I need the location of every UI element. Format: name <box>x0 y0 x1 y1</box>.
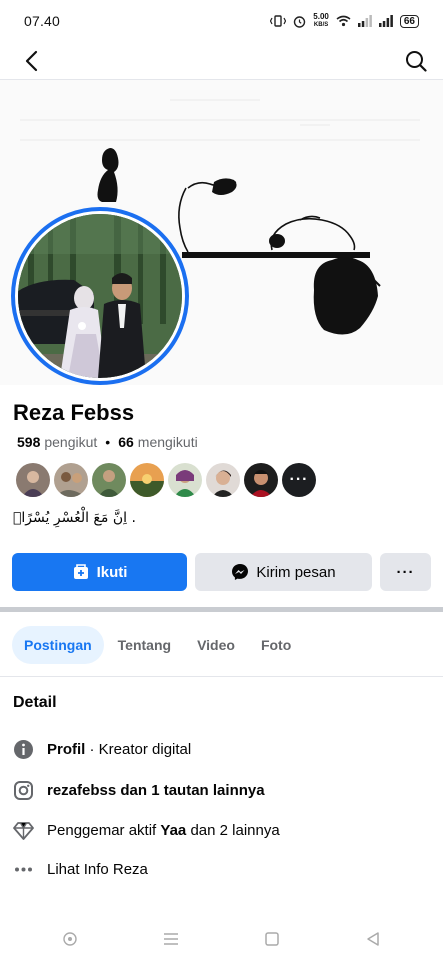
friend-avatar[interactable] <box>54 463 88 497</box>
detail-links-row[interactable]: rezafebss dan 1 tautan lainnya <box>13 779 265 801</box>
detail-links-text[interactable]: rezafebss dan 1 tautan lainnya <box>47 782 265 799</box>
assistant-icon <box>63 932 78 946</box>
home-button[interactable] <box>254 924 290 954</box>
diamond-icon <box>13 820 34 841</box>
signal-icon-2 <box>378 15 393 27</box>
section-divider <box>0 607 443 612</box>
profile-tabs: Postingan Tentang Video Foto <box>12 626 303 664</box>
follow-label: Ikuti <box>96 563 128 581</box>
follow-button[interactable]: Ikuti <box>12 553 187 591</box>
battery-indicator: 66 <box>399 14 419 28</box>
tab-foto[interactable]: Foto <box>249 626 303 664</box>
add-friend-icon <box>73 564 88 579</box>
tabs-border <box>0 676 443 677</box>
wifi-icon <box>336 15 351 27</box>
system-back-button[interactable] <box>355 924 391 954</box>
more-dots-icon <box>13 859 34 880</box>
friend-avatar[interactable] <box>244 463 278 497</box>
messenger-icon <box>232 564 249 580</box>
avatar-photo <box>18 214 182 378</box>
profile-actions: Ikuti Kirim pesan ··· <box>12 553 431 591</box>
friend-avatar[interactable] <box>130 463 164 497</box>
friend-avatar[interactable] <box>168 463 202 497</box>
stats-separator: • <box>105 434 111 450</box>
profile-bio: اِنَّ مَعَ الْعُسْرِ يُسْرًاۗ . <box>13 510 136 526</box>
search-button[interactable] <box>401 46 431 76</box>
profile-name: Reza Febss <box>13 400 135 425</box>
more-dots-icon: ··· <box>396 563 415 581</box>
avatar-photo-illustration <box>18 214 182 378</box>
friend-avatar[interactable] <box>206 463 240 497</box>
message-label: Kirim pesan <box>256 563 336 581</box>
info-icon <box>13 739 34 760</box>
see-info-row[interactable]: Lihat Info Reza <box>13 858 148 880</box>
back-button[interactable] <box>16 46 46 76</box>
status-icons: 5.00 KB/S 66 <box>270 13 419 29</box>
detail-profile-text: Profil · Kreator digital <box>47 740 192 758</box>
friend-avatar[interactable] <box>92 463 126 497</box>
more-actions-button[interactable]: ··· <box>380 553 431 591</box>
alarm-icon <box>294 15 306 28</box>
message-button[interactable]: Kirim pesan <box>195 553 372 591</box>
status-time: 07.40 <box>24 13 61 29</box>
signal-icon-1 <box>357 15 372 27</box>
menu-icon <box>164 933 179 945</box>
detail-title: Detail <box>13 694 57 711</box>
instagram-icon <box>13 780 34 801</box>
detail-fan-row: Penggemar aktif Yaa dan 2 lainnya <box>13 819 280 841</box>
friend-avatar[interactable] <box>16 463 50 497</box>
assistant-button[interactable] <box>52 924 88 954</box>
followers-count[interactable]: 598 <box>17 434 40 450</box>
following-label[interactable]: mengikuti <box>138 434 198 450</box>
home-icon <box>265 932 279 946</box>
profile-avatar[interactable] <box>11 207 189 385</box>
follow-stats: 598 pengikut • 66 mengikuti <box>17 434 198 450</box>
net-speed: 5.00 KB/S <box>313 12 329 29</box>
vibrate-icon <box>270 15 287 27</box>
more-friends-button[interactable]: ··· <box>282 463 316 497</box>
tab-tentang[interactable]: Tentang <box>106 626 183 664</box>
see-info-link[interactable]: Lihat Info Reza <box>47 861 148 878</box>
back-arrow-icon <box>25 50 38 71</box>
tab-postingan[interactable]: Postingan <box>12 626 104 664</box>
status-bar: 07.40 5.00 KB/S 66 <box>0 0 443 42</box>
detail-fan-text: Penggemar aktif Yaa dan 2 lainnya <box>47 821 280 839</box>
triangle-back-icon <box>366 932 379 946</box>
detail-profile-row: Profil · Kreator digital <box>13 738 191 760</box>
top-nav <box>0 42 443 80</box>
tab-video[interactable]: Video <box>185 626 247 664</box>
more-dots-icon: ··· <box>289 471 309 488</box>
friends-avatars: ··· <box>16 463 316 497</box>
following-count[interactable]: 66 <box>118 434 134 450</box>
followers-label[interactable]: pengikut <box>44 434 97 450</box>
menu-button[interactable] <box>153 924 189 954</box>
system-nav-bar <box>0 918 443 960</box>
search-icon <box>406 50 427 72</box>
